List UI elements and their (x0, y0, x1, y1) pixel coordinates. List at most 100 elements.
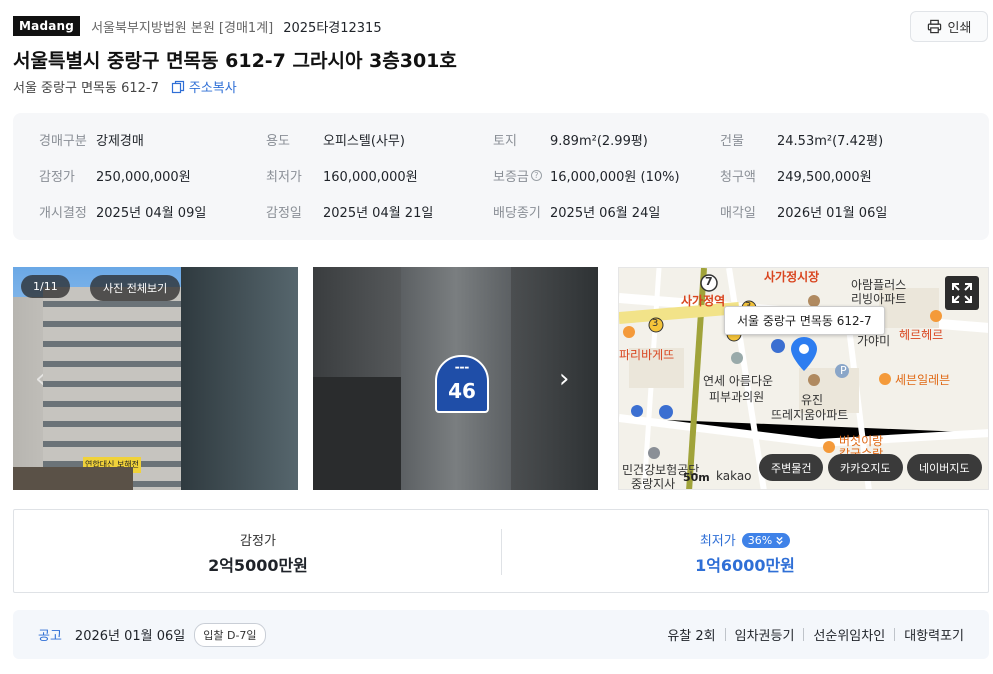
copy-address-button[interactable]: 주소복사 (171, 77, 237, 96)
naver-map-button[interactable]: 네이버지도 (907, 454, 982, 481)
appraisal-label: 감정가 (240, 534, 276, 549)
property-photo-1[interactable]: 연합대신 보해전 1/11 사진 전체보기 ‹ (13, 267, 298, 490)
plate-number: 46 (448, 379, 476, 403)
page-title: 서울특별시 중랑구 면목동 612-7 그라시아 3층301호 (13, 50, 457, 72)
info-cell: 감정일 2025년 04월 21일 (266, 202, 493, 221)
header-bar: Madang 서울북부지방법원 본원 [경매1계] 2025타경12315 인쇄 (13, 10, 988, 42)
info-label: 배당종기 (493, 206, 541, 221)
minimum-pct-badge: 36% (741, 533, 791, 548)
map-label-station: 사가정역 (681, 294, 726, 308)
subway-line-7-icon: 7 (705, 275, 713, 288)
info-value: 2025년 04월 09일 (96, 206, 207, 221)
info-value: 16,000,000원 (10%) (550, 170, 680, 185)
info-label: 용도 (266, 134, 290, 149)
expand-arrows-icon (952, 283, 972, 303)
status-tags: 유찰 2회 임차권등기 선순위임차인 대항력포기 (667, 625, 964, 644)
tag-divider (724, 628, 726, 641)
map-expand-icon[interactable] (945, 276, 979, 310)
help-icon[interactable]: ? (530, 170, 542, 181)
map-label-clinic1: 연세 아름다운 (703, 374, 774, 388)
case-number: 2025타경12315 (283, 20, 382, 36)
info-value: 249,500,000원 (777, 170, 872, 185)
tag-waiver: 대항력포기 (904, 629, 964, 644)
brand-logo[interactable]: Madang (13, 16, 81, 36)
info-label: 개시결정 (39, 206, 87, 221)
glass-building (181, 267, 298, 490)
info-cell: 배당종기 2025년 06월 24일 (493, 202, 720, 221)
print-label: 인쇄 (947, 20, 972, 36)
notice-bar: 공고 2026년 01월 06일 입찰 D-7일 유찰 2회 임차권등기 선순위… (13, 610, 989, 659)
info-cell: 감정가 250,000,000원 (39, 166, 266, 185)
info-grid: 경매구분 강제경매 용도 오피스텔(사무) 토지 9.89m²(2.99평) 건물 24… (39, 130, 963, 221)
info-label: 청구액 (720, 170, 756, 185)
map-label-yujin2: 뜨레지움아파트 (771, 408, 849, 422)
info-cell: 건물 24.53m²(7.42평) (720, 130, 947, 149)
print-button[interactable]: 인쇄 (910, 10, 988, 42)
minimum-value: 1억6000만원 (695, 556, 795, 575)
view-all-photos-button[interactable]: 사진 전체보기 (90, 275, 181, 301)
court-name: 서울북부지방법원 본원 [경매1계] (91, 20, 274, 36)
info-label: 경매구분 (39, 134, 87, 149)
map-label-seven-eleven: 세븐일레븐 (895, 373, 951, 387)
tag-senior-tenant: 선순위임차인 (813, 629, 886, 644)
copy-icon (171, 80, 184, 93)
dday-badge: 입찰 D-7일 (194, 622, 266, 647)
location-map[interactable]: 7 3 3 1 P 사가정시장 사가정역 아람플러스 리빙아파트 헤르헤르 가야… (618, 267, 989, 490)
photo-prev-arrow-icon[interactable]: ‹ (35, 364, 45, 394)
map-label-apt1b: 리빙아파트 (851, 292, 907, 306)
minimum-label: 최저가 (699, 534, 736, 549)
map-label-bakery: 파리바게뜨 (619, 348, 675, 362)
minimum-label-row: 최저가 36% (501, 530, 989, 549)
map-address-tooltip: 서울 중랑구 면목동 612-7 (724, 306, 885, 335)
nearby-items-button[interactable]: 주변물건 (759, 454, 824, 481)
info-label: 감정가 (39, 170, 75, 185)
info-cell: 경매구분 강제경매 (39, 130, 266, 149)
map-provider-logo: kakao (716, 469, 752, 483)
photo-next-arrow-icon[interactable]: › (559, 364, 569, 394)
address-row: 서울 중랑구 면목동 612-7 주소복사 (13, 77, 237, 96)
price-summary: 감정가 2억5000만원 최저가 36% 1억6000만원 (13, 509, 989, 593)
info-value: 오피스텔(사무) (323, 134, 405, 149)
info-value: 2026년 01월 06일 (777, 206, 888, 221)
photo-counter: 1/11 (21, 275, 70, 298)
printer-icon (927, 19, 941, 33)
tag-failed-bids: 유찰 2회 (667, 629, 716, 644)
plate-street: ▬▬▬ (454, 365, 470, 371)
map-label-nhis2: 중랑지사 (631, 477, 676, 490)
info-value: 24.53m²(7.42평) (777, 134, 884, 149)
tag-lease-registration: 임차권등기 (734, 629, 795, 644)
info-cell: 청구액 249,500,000원 (720, 166, 947, 185)
kakao-map-button[interactable]: 카카오지도 (828, 454, 903, 481)
map-pin-icon[interactable] (790, 336, 818, 372)
info-value: 160,000,000원 (323, 170, 418, 185)
map-label-clinic2: 피부과의원 (709, 390, 765, 404)
address-plate: ▬▬▬ 46 (435, 355, 489, 413)
info-cell: 최저가 160,000,000원 (266, 166, 493, 185)
minimum-pct: 36% (747, 534, 773, 547)
notice-date: 2026년 01월 06일 (74, 629, 186, 644)
appraisal-value: 2억5000만원 (208, 556, 308, 575)
info-label: 감정일 (266, 206, 302, 221)
deposit-label: 보증금 (493, 170, 529, 185)
minimum-price: 최저가 36% 1억6000만원 (501, 510, 989, 594)
address-text: 서울 중랑구 면목동 612-7 (13, 81, 159, 96)
info-value: 250,000,000원 (96, 170, 191, 185)
parking-icon: P (840, 364, 847, 377)
info-cell: 개시결정 2025년 04월 09일 (39, 202, 266, 221)
map-label-hereherre: 헤르헤르 (899, 328, 944, 342)
info-cell: 토지 9.89m²(2.99평) (493, 130, 720, 149)
info-label: 토지 (493, 134, 517, 149)
notice-label: 공고 (38, 629, 62, 644)
property-photo-2[interactable]: ▬▬▬ 46 › (313, 267, 598, 490)
info-value: 강제경매 (96, 134, 144, 149)
doorway (313, 377, 401, 490)
info-value: 2025년 06월 24일 (550, 206, 661, 221)
info-label: 건물 (720, 134, 744, 149)
info-label: 보증금? (493, 166, 550, 185)
tag-divider (803, 628, 805, 641)
info-label: 최저가 (266, 170, 302, 185)
info-value: 9.89m²(2.99평) (550, 134, 648, 149)
map-label-market: 사가정시장 (764, 270, 820, 284)
street (13, 467, 133, 490)
info-cell: 매각일 2026년 01월 06일 (720, 202, 947, 221)
